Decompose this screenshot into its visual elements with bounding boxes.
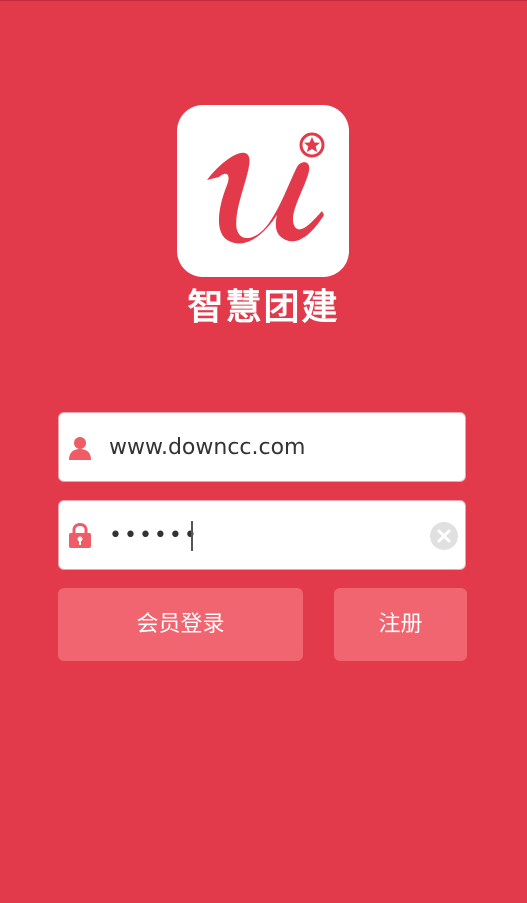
- password-field[interactable]: ••••••: [58, 500, 466, 570]
- text-cursor: [191, 521, 193, 551]
- clear-icon[interactable]: [429, 521, 459, 551]
- register-button[interactable]: 注册: [334, 588, 467, 661]
- username-field[interactable]: www.downcc.com: [58, 412, 466, 482]
- status-divider: [0, 0, 527, 1]
- logo-letter-u: [207, 152, 324, 244]
- app-logo: [177, 105, 349, 277]
- login-button[interactable]: 会员登录: [58, 588, 303, 661]
- star-registered-icon: [304, 137, 320, 152]
- password-input[interactable]: ••••••: [109, 501, 199, 571]
- app-title: 智慧团建: [187, 287, 340, 328]
- username-input[interactable]: www.downcc.com: [109, 413, 306, 483]
- user-icon: [68, 435, 92, 461]
- lock-icon: [68, 522, 92, 549]
